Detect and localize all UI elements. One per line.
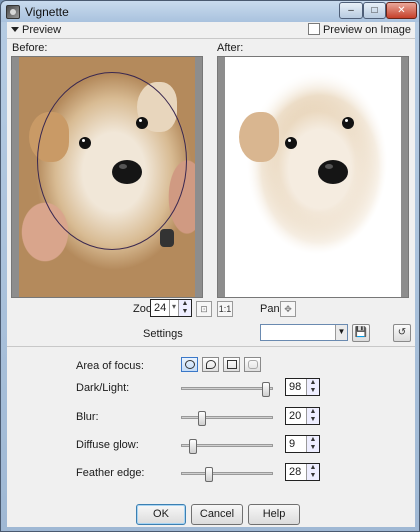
vignette-app-icon (6, 5, 20, 19)
help-button[interactable]: Help (248, 504, 300, 525)
dog-collar-tag (160, 229, 174, 247)
preview-on-image-checkbox[interactable]: Preview on Image (307, 23, 411, 36)
checkbox-icon[interactable] (307, 23, 320, 35)
feather-edge-label: Feather edge: (76, 467, 145, 479)
chevron-down-icon[interactable]: ▼ (335, 325, 347, 340)
diffuse-glow-value: 9 (289, 438, 296, 450)
dark-light-spinbox[interactable]: 98 ▲ ▼ (285, 378, 320, 396)
window-title: Vignette (25, 5, 69, 19)
rounded-rectangle-icon (248, 360, 258, 369)
settings-label: Settings (143, 328, 183, 340)
blur-label: Blur: (76, 411, 99, 423)
ellipse-icon (185, 360, 195, 369)
actual-size-icon[interactable]: 1:1 (217, 301, 233, 317)
maximize-button[interactable]: □ (363, 2, 386, 19)
dog-ear (239, 112, 279, 162)
minimize-button[interactable]: – (339, 2, 363, 19)
spin-arrows-icon[interactable]: ▲ ▼ (306, 379, 319, 395)
before-preview-pane[interactable] (11, 56, 203, 298)
blur-slider[interactable] (181, 411, 273, 426)
dog-eye (342, 117, 354, 129)
spin-arrows-icon[interactable]: ▲ ▼ (178, 300, 191, 316)
settings-panel (7, 346, 415, 527)
dog-nose (318, 160, 348, 184)
after-photo (225, 57, 401, 297)
after-label: After: (217, 42, 244, 54)
speech-shape-button[interactable] (202, 357, 219, 372)
zoom-spinbox[interactable]: 24 ▾ ▲ ▼ (150, 299, 192, 317)
dark-light-value: 98 (289, 381, 302, 393)
before-label: Before: (12, 42, 48, 54)
spin-arrows-icon[interactable]: ▲ ▼ (306, 464, 319, 480)
slider-thumb[interactable] (198, 411, 206, 426)
chevron-down-icon[interactable]: ▾ (169, 300, 178, 316)
slider-thumb[interactable] (205, 467, 213, 482)
diffuse-glow-slider[interactable] (181, 439, 273, 454)
slider-thumb[interactable] (189, 439, 197, 454)
speech-bubble-icon (206, 360, 216, 369)
preset-dropdown[interactable]: ▼ (260, 324, 348, 341)
slider-thumb[interactable] (262, 382, 270, 397)
zoom-fit-icon[interactable]: ⊡ (196, 301, 212, 317)
title-bar[interactable]: Vignette – □ ✕ (1, 1, 419, 22)
dialog-content: Preview Preview on Image Before: After: (7, 22, 415, 527)
zoom-value: 24 (154, 302, 167, 314)
rectangle-icon (227, 360, 237, 369)
focus-area-circle[interactable] (37, 72, 187, 250)
before-photo (19, 57, 195, 297)
spin-arrows-icon[interactable]: ▲ ▼ (306, 436, 319, 452)
rectangle-shape-button[interactable] (223, 357, 240, 372)
preview-toggle[interactable]: Preview (11, 24, 61, 36)
rounded-rectangle-shape-button[interactable] (244, 357, 261, 372)
feather-edge-value: 28 (289, 466, 302, 478)
preview-header: Preview Preview on Image (7, 22, 415, 39)
feather-edge-spinbox[interactable]: 28 ▲ ▼ (285, 463, 320, 481)
feather-edge-slider[interactable] (181, 467, 273, 482)
dark-light-label: Dark/Light: (76, 382, 130, 394)
ellipse-shape-button[interactable] (181, 357, 198, 372)
collapse-triangle-icon (11, 27, 19, 32)
diffuse-glow-spinbox[interactable]: 9 ▲ ▼ (285, 435, 320, 453)
diffuse-glow-label: Diffuse glow: (76, 439, 139, 451)
area-of-focus-label: Area of focus: (76, 360, 144, 372)
preview-toggle-label: Preview (22, 24, 62, 36)
pan-icon[interactable]: ✥ (280, 301, 296, 317)
blur-value: 20 (289, 410, 302, 422)
preview-on-image-label: Preview on Image (322, 24, 411, 36)
ok-button[interactable]: OK (136, 504, 186, 525)
blur-spinbox[interactable]: 20 ▲ ▼ (285, 407, 320, 425)
spin-arrows-icon[interactable]: ▲ ▼ (306, 408, 319, 424)
cancel-button[interactable]: Cancel (191, 504, 243, 525)
dog-eye (285, 137, 297, 149)
close-button[interactable]: ✕ (386, 2, 417, 19)
reset-icon[interactable]: ↺ (393, 324, 411, 342)
vignette-dialog: Vignette – □ ✕ Preview Preview on Image … (0, 0, 420, 532)
save-icon[interactable]: 💾 (352, 324, 370, 342)
dark-light-slider[interactable] (181, 382, 273, 397)
after-preview-pane (217, 56, 409, 298)
